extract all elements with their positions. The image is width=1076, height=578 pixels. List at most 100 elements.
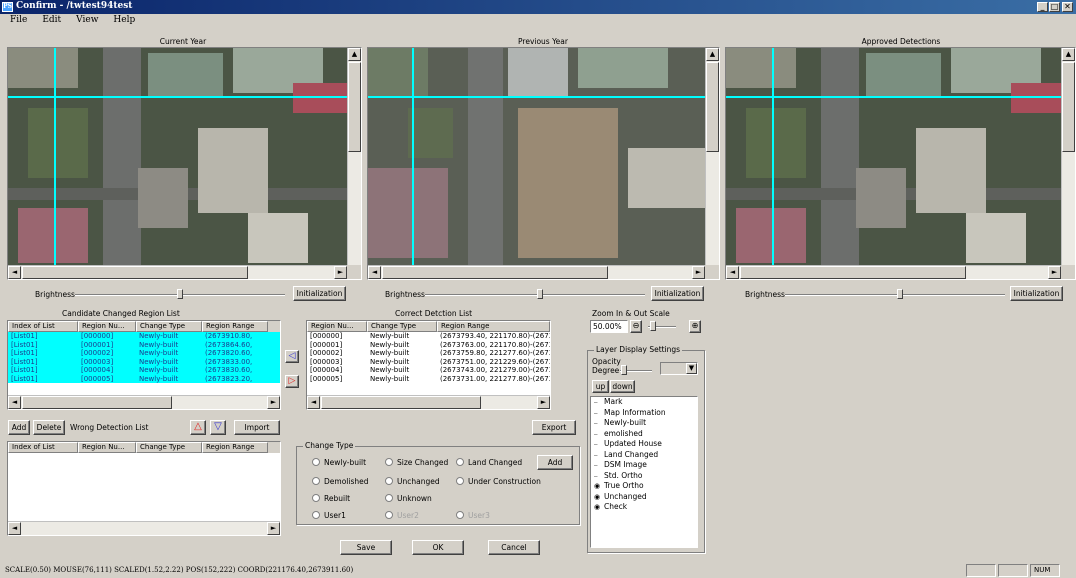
correct-list-title: Correct Detction List [395, 309, 473, 318]
zoom-slider[interactable] [650, 321, 656, 331]
menu-file[interactable]: File [10, 15, 27, 25]
vertical-scrollbar[interactable]: ▲ [1061, 48, 1075, 265]
opacity-dropdown[interactable]: ▼ [660, 362, 698, 375]
ok-button[interactable]: OK [412, 540, 464, 555]
radio-under-construction[interactable]: Under Construction [456, 477, 541, 486]
table-row[interactable]: [000001] Newly-built (2673763.00, 221170.8… [307, 341, 550, 350]
opacity-slider[interactable] [621, 365, 627, 375]
table-row[interactable]: [List01] [000003] Newly-built (2673833.00, [8, 357, 280, 366]
column-header[interactable]: Region Range [437, 321, 550, 332]
previous-year-image[interactable] [368, 48, 705, 265]
save-button[interactable]: Save [340, 540, 392, 555]
correct-detection-list[interactable]: Region Nu... Change Type Region Range [0… [306, 320, 551, 410]
horizontal-scrollbar[interactable]: ◄ ► [726, 265, 1061, 279]
export-button[interactable]: Export [532, 420, 576, 435]
current-year-image[interactable] [8, 48, 347, 265]
table-row[interactable]: [000000] Newly-built (2673793.40, 221170.8… [307, 332, 550, 341]
radio-unknown[interactable]: Unknown [385, 494, 432, 503]
brightness-slider-current[interactable] [177, 289, 183, 299]
layer-item[interactable]: ⎯ emolished [594, 429, 697, 440]
radio-rebuilt[interactable]: Rebuilt [312, 494, 350, 503]
column-header[interactable]: Change Type [136, 321, 202, 332]
layer-item[interactable]: ⎯ Newly-built [594, 418, 697, 429]
layer-item[interactable]: ⎯ Map Information [594, 408, 697, 419]
maximize-button[interactable]: □ [1049, 2, 1060, 12]
horizontal-scrollbar[interactable]: ◄ ► [368, 265, 705, 279]
zoom-in-icon[interactable]: ⊕ [689, 320, 701, 333]
table-row[interactable]: [List01] [000002] Newly-built (2673820.60, [8, 349, 280, 358]
initialization-button-previous[interactable]: Initialization [651, 286, 704, 301]
move-down-icon[interactable]: ▽ [210, 420, 226, 435]
table-row[interactable]: [List01] [000005] Newly-built (2673823.20, [8, 374, 280, 383]
table-row[interactable]: [List01] [000001] Newly-built (2673864.60, [8, 340, 280, 349]
layer-item[interactable]: ⎯ Updated House [594, 439, 697, 450]
move-right-button[interactable]: ▷ [285, 375, 299, 388]
change-type-add-button[interactable]: Add [537, 455, 573, 470]
import-button[interactable]: Import [234, 420, 280, 435]
wrong-detection-list[interactable]: Index of List Region Nu... Change Type R… [7, 441, 281, 536]
menu-edit[interactable]: Edit [42, 15, 61, 25]
brightness-slider-approved[interactable] [897, 289, 903, 299]
radio-demolished[interactable]: Demolished [312, 477, 369, 486]
horizontal-scrollbar[interactable]: ◄ ► [307, 395, 550, 409]
radio-user1[interactable]: User1 [312, 511, 346, 520]
move-up-icon[interactable]: △ [190, 420, 206, 435]
column-header[interactable]: Region Nu... [78, 442, 136, 453]
cancel-button[interactable]: Cancel [488, 540, 540, 555]
initialization-button-approved[interactable]: Initialization [1010, 286, 1063, 301]
table-row[interactable]: [000003] Newly-built (2673751.00, 221229.6… [307, 358, 550, 367]
table-row[interactable]: [000005] Newly-built (2673731.00, 221277.8… [307, 375, 550, 384]
radio-newly-built[interactable]: Newly-built [312, 458, 366, 467]
radio-user3: User3 [456, 511, 490, 520]
layer-item[interactable]: ⎯ Std. Ortho [594, 471, 697, 482]
initialization-button-current[interactable]: Initialization [293, 286, 346, 301]
vertical-scrollbar[interactable]: ▲ [705, 48, 719, 265]
table-row[interactable]: [List01] [000004] Newly-built (2673830.60, [8, 366, 280, 375]
column-header[interactable]: Index of List [8, 442, 78, 453]
column-header[interactable]: Region Nu... [78, 321, 136, 332]
zoom-value-input[interactable]: 50.00% [590, 320, 628, 333]
radio-unchanged[interactable]: Unchanged [385, 477, 440, 486]
brightness-slider-previous[interactable] [537, 289, 543, 299]
table-row[interactable]: [List01] [000000] Newly-built (2673910.80, [8, 332, 280, 341]
column-header[interactable]: Change Type [136, 442, 202, 453]
table-row[interactable]: [000004] Newly-built (2673743.00, 221279.0… [307, 366, 550, 375]
column-header[interactable]: Change Type [367, 321, 437, 332]
layer-item[interactable]: ⎯ DSM Image [594, 460, 697, 471]
column-header[interactable]: Index of List [8, 321, 78, 332]
column-header[interactable]: Region Range [202, 321, 268, 332]
table-row[interactable]: [000002] Newly-built (2673759.80, 221277.6… [307, 349, 550, 358]
menu-view[interactable]: View [76, 15, 98, 25]
column-header[interactable]: Region Range [202, 442, 268, 453]
current-year-view[interactable]: ▲ ◄ ► [7, 47, 362, 280]
layer-down-button[interactable]: down [610, 380, 635, 393]
approved-detections-image[interactable] [726, 48, 1061, 265]
horizontal-scrollbar[interactable]: ◄ ► [8, 265, 347, 279]
horizontal-scrollbar[interactable]: ◄ ► [8, 521, 280, 535]
layer-item[interactable]: ⎯ Mark [594, 397, 697, 408]
layer-icon: ⎯ [594, 398, 598, 406]
minimize-button[interactable]: _ [1037, 2, 1048, 12]
radio-size-changed[interactable]: Size Changed [385, 458, 448, 467]
layer-icon: ⎯ [594, 450, 598, 459]
add-button[interactable]: Add [8, 420, 30, 435]
layer-item[interactable]: ⎯ Land Changed [594, 450, 697, 461]
move-left-button[interactable]: ◁ [285, 350, 299, 363]
column-header[interactable]: Region Nu... [307, 321, 367, 332]
previous-year-view[interactable]: ▲ ◄ ► [367, 47, 720, 280]
chevron-down-icon[interactable]: ▼ [686, 363, 697, 374]
delete-button[interactable]: Delete [33, 420, 65, 435]
layer-item[interactable]: ◉ True Ortho [594, 481, 697, 492]
approved-detections-view[interactable]: ▲ ◄ ► [725, 47, 1076, 280]
close-button[interactable]: ✕ [1062, 2, 1073, 12]
horizontal-scrollbar[interactable]: ◄ ► [8, 395, 280, 409]
layer-list[interactable]: ⎯ Mark ⎯ Map Information ⎯ Newly-built ⎯ emo… [590, 396, 698, 548]
radio-land-changed[interactable]: Land Changed [456, 458, 522, 467]
layer-item[interactable]: ◉ Check [594, 502, 697, 513]
menu-help[interactable]: Help [113, 15, 135, 25]
candidate-region-list[interactable]: Index of List Region Nu... Change Type R… [7, 320, 281, 410]
vertical-scrollbar[interactable]: ▲ [347, 48, 361, 265]
zoom-out-icon[interactable]: ⊖ [630, 320, 642, 333]
layer-up-button[interactable]: up [592, 380, 609, 393]
layer-item[interactable]: ◉ Unchanged [594, 492, 697, 503]
